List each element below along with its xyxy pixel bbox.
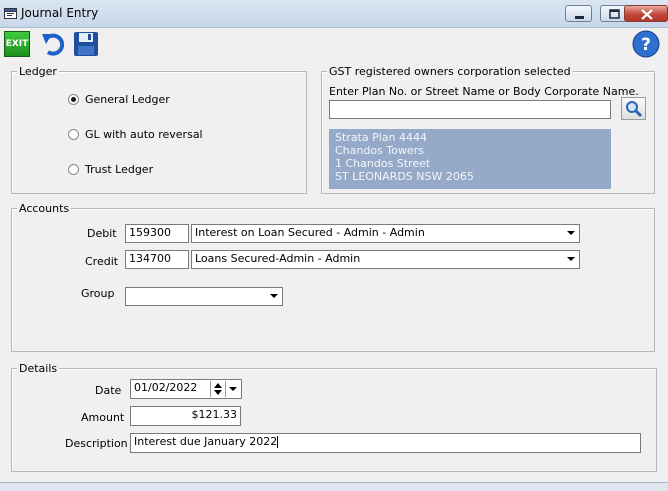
debit-account-value: Interest on Loan Secured - Admin - Admin	[195, 226, 425, 239]
corporation-line: Chandos Towers	[335, 144, 424, 157]
date-spinner[interactable]	[210, 381, 225, 397]
amount-label: Amount	[81, 411, 125, 424]
group-select[interactable]	[125, 287, 283, 306]
svg-text:?: ?	[641, 35, 651, 55]
minimize-button[interactable]	[565, 5, 592, 22]
credit-account-select[interactable]: Loans Secured-Admin - Admin	[191, 250, 580, 269]
app-icon	[4, 8, 17, 19]
credit-code-input[interactable]: 134700	[125, 250, 189, 269]
option-label: General Ledger	[85, 93, 170, 106]
chevron-down-icon[interactable]	[563, 252, 578, 266]
description-value: Interest due January 2022	[134, 435, 278, 448]
chevron-down-icon[interactable]	[563, 226, 578, 240]
option-label: Trust Ledger	[85, 163, 154, 176]
close-button[interactable]	[624, 5, 668, 22]
description-label: Description	[65, 437, 128, 450]
close-icon	[641, 9, 653, 20]
title-bar: Journal Entry	[0, 0, 668, 28]
option-label: GL with auto reversal	[85, 128, 203, 141]
search-label: Enter Plan No. or Street Name or Body Co…	[329, 85, 639, 98]
debit-code-input[interactable]: 159300	[125, 224, 189, 243]
group-label: Group	[81, 287, 115, 300]
selected-corporation-box: Strata Plan 4444 Chandos Towers 1 Chando…	[329, 129, 611, 189]
radio-general-ledger[interactable]	[68, 94, 79, 105]
undo-icon[interactable]	[40, 30, 68, 58]
chevron-down-icon	[229, 387, 237, 391]
description-input[interactable]: Interest due January 2022	[130, 433, 641, 453]
ledger-legend: Ledger	[17, 65, 59, 78]
debit-account-select[interactable]: Interest on Loan Secured - Admin - Admin	[191, 224, 580, 243]
search-button[interactable]	[621, 97, 646, 120]
credit-label: Credit	[85, 255, 119, 268]
help-icon[interactable]: ?	[632, 30, 660, 58]
gst-legend: GST registered owners corporation select…	[327, 65, 573, 78]
corporation-line: Strata Plan 4444	[335, 131, 428, 144]
save-icon[interactable]	[72, 30, 100, 58]
date-value: 01/02/2022	[134, 381, 198, 394]
search-icon	[626, 101, 643, 118]
minimize-icon	[575, 16, 584, 19]
amount-input[interactable]: $121.33	[130, 406, 241, 426]
date-dropdown[interactable]	[225, 381, 241, 397]
details-legend: Details	[17, 362, 60, 375]
chevron-down-icon[interactable]	[266, 289, 281, 303]
plan-search-input[interactable]	[329, 100, 611, 119]
accounts-legend: Accounts	[17, 202, 72, 215]
exit-button[interactable]: EXIT	[4, 31, 30, 57]
credit-account-value: Loans Secured-Admin - Admin	[195, 252, 361, 265]
text-cursor	[277, 436, 279, 448]
spinner-arrows-icon	[214, 383, 222, 395]
radio-trust-ledger[interactable]	[68, 164, 79, 175]
maximize-button[interactable]	[600, 5, 627, 22]
date-input[interactable]: 01/02/2022	[130, 379, 242, 399]
date-label: Date	[95, 384, 122, 397]
corporation-line: 1 Chandos Street	[335, 157, 431, 170]
corporation-line: ST LEONARDS NSW 2065	[335, 170, 474, 183]
exit-label: EXIT	[5, 39, 29, 49]
window-title: Journal Entry	[21, 6, 99, 20]
radio-auto-reversal[interactable]	[68, 129, 79, 140]
debit-label: Debit	[87, 227, 117, 240]
